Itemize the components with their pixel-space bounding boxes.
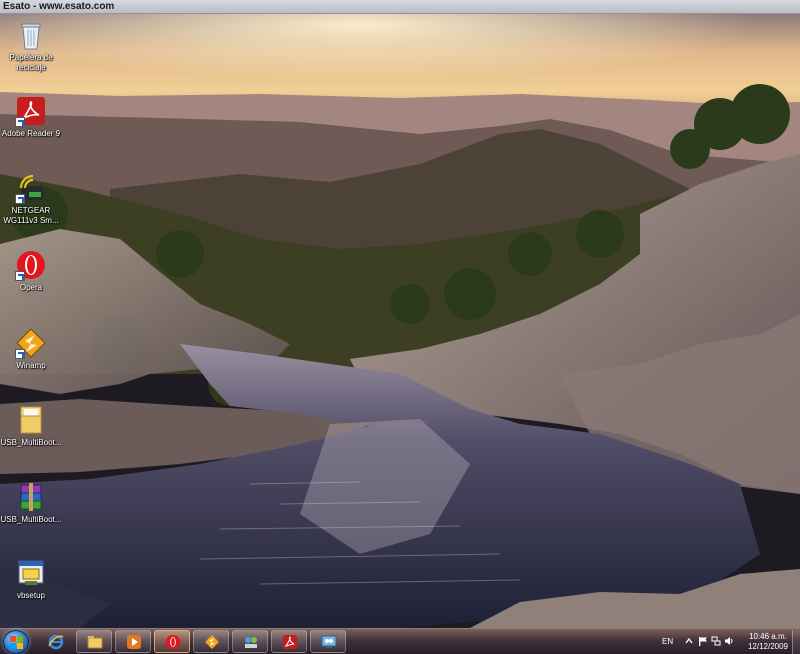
taskbar-network-monitor-button[interactable] — [310, 630, 346, 653]
desktop-icon-opera[interactable]: Opera — [0, 249, 62, 293]
windows-explorer-icon — [87, 634, 103, 650]
desktop-icon-label: USB_MultiBoot... — [0, 438, 62, 447]
desktop-icon-usb-folder[interactable]: USB_MultiBoot... — [0, 404, 62, 448]
opera-icon — [165, 634, 181, 650]
language-indicator[interactable]: EN — [662, 637, 673, 646]
show-hidden-icons-icon[interactable] — [684, 636, 694, 646]
network-monitor-icon — [321, 634, 337, 650]
opera-icon — [15, 249, 47, 281]
media-player-icon — [126, 634, 142, 650]
desktop-icon-label: Papelera de reciclaje — [9, 53, 53, 72]
taskbar: EN 10:46 a.m. 12/12/2009 — [0, 628, 800, 654]
recycle-bin-icon — [15, 19, 47, 51]
network-icon[interactable] — [711, 636, 721, 646]
desktop-icon-winamp[interactable]: Winamp — [0, 327, 62, 371]
network-app-icon — [243, 634, 259, 650]
internet-explorer-icon — [48, 634, 64, 650]
taskbar-windows-explorer-button[interactable] — [76, 630, 112, 653]
start-button[interactable] — [3, 630, 29, 654]
winamp-icon — [204, 634, 220, 650]
winrar-icon — [15, 481, 47, 513]
vbsetup-icon — [15, 557, 47, 589]
shortcut-arrow-icon — [15, 349, 25, 359]
taskbar-internet-explorer-button[interactable] — [37, 630, 73, 653]
watermark-text: Esato - www.esato.com — [0, 0, 800, 14]
shortcut-arrow-icon — [15, 117, 25, 127]
desktop-icon-adobe-reader[interactable]: Adobe Reader 9 — [0, 95, 62, 139]
shortcut-arrow-icon — [15, 271, 25, 281]
taskbar-adobe-reader-button[interactable] — [271, 630, 307, 653]
volume-icon[interactable] — [724, 636, 734, 646]
clock-time: 10:46 a.m. — [749, 632, 787, 641]
desktop-icon-label: Adobe Reader 9 — [1, 129, 61, 138]
desktop-icon-label: Winamp — [16, 361, 46, 370]
adobe-reader-icon — [282, 634, 298, 650]
taskbar-network-app-button[interactable] — [232, 630, 268, 653]
desktop-icon-netgear[interactable]: NETGEAR WG111v3 Sm... — [0, 172, 62, 226]
winamp-icon — [15, 327, 47, 359]
system-tray: EN 10:46 a.m. 12/12/2009 — [650, 629, 800, 654]
show-desktop-button[interactable] — [792, 630, 800, 654]
desktop-wallpaper — [0, 14, 800, 628]
desktop-icon-vbsetup[interactable]: vbsetup — [0, 557, 62, 601]
clock-date: 12/12/2009 — [747, 642, 788, 651]
desktop-icon-label: Opera — [19, 283, 43, 292]
taskbar-clock[interactable]: 10:46 a.m. 12/12/2009 — [748, 632, 788, 652]
action-center-flag-icon[interactable] — [698, 636, 708, 646]
desktop-icon-label: USB_MultiBoot... — [0, 515, 62, 524]
adobe-reader-icon — [15, 95, 47, 127]
shortcut-arrow-icon — [15, 194, 25, 204]
windows-logo-icon — [10, 636, 23, 649]
desktop-icon-label: vbsetup — [16, 591, 46, 600]
desktop-icon-usb-winrar[interactable]: USB_MultiBoot... — [0, 481, 62, 525]
folder-icon — [15, 404, 47, 436]
netgear-icon — [15, 172, 47, 204]
taskbar-media-player-button[interactable] — [115, 630, 151, 653]
desktop-icon-recycle-bin[interactable]: Papelera de reciclaje — [0, 19, 62, 73]
desktop-icon-label: NETGEAR WG111v3 Sm... — [3, 206, 59, 225]
taskbar-opera-button[interactable] — [154, 630, 190, 653]
taskbar-winamp-button[interactable] — [193, 630, 229, 653]
